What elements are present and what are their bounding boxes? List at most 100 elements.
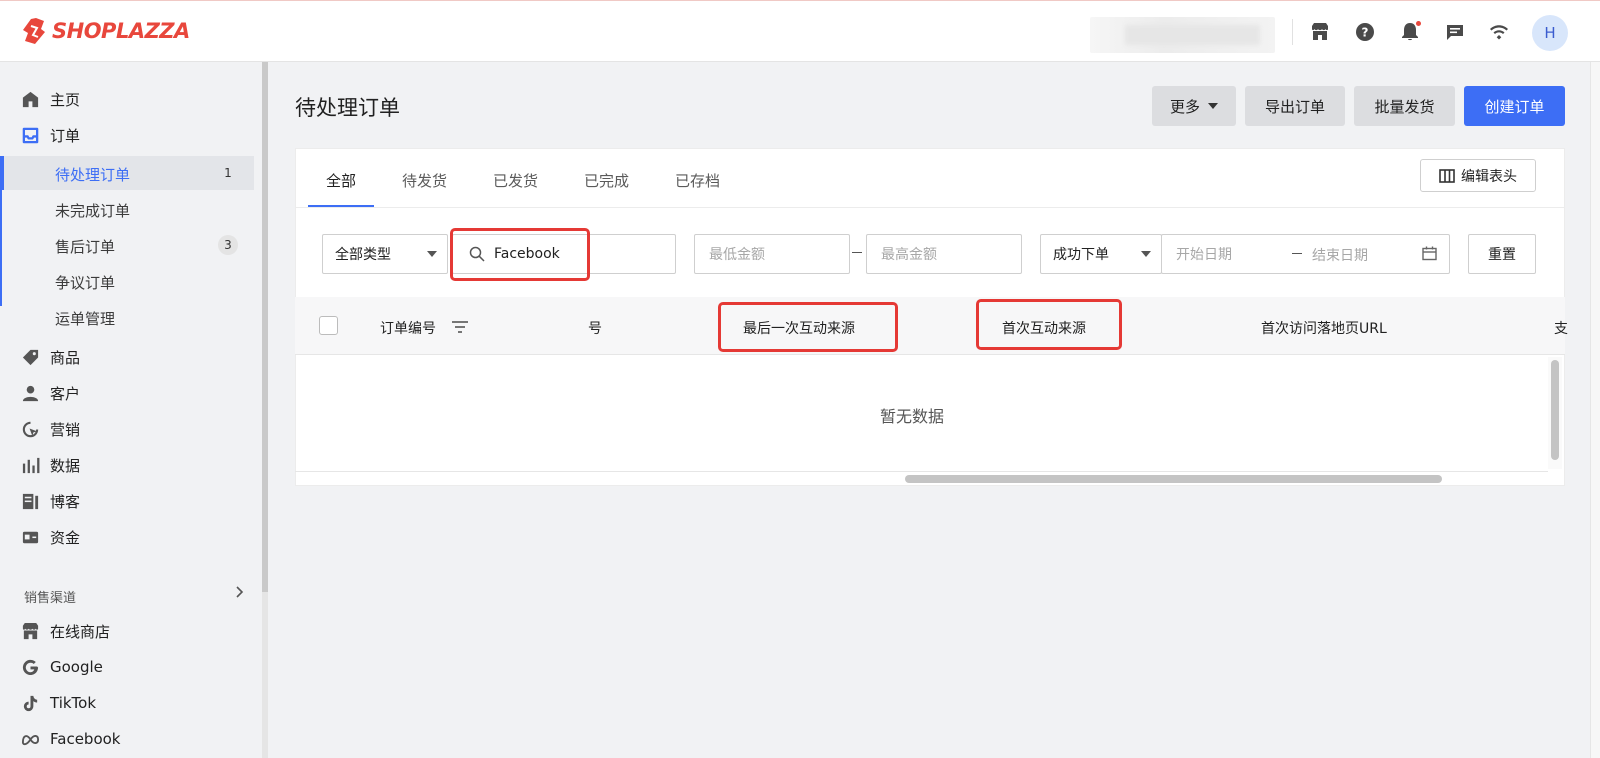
sidebar-item-label: 营销: [50, 420, 81, 439]
page-scrollbar[interactable]: [1590, 62, 1600, 758]
range-dash: [1292, 253, 1302, 254]
sidebar-subitem-shipment-management[interactable]: 运单管理: [0, 300, 254, 334]
max-amount-input[interactable]: 最高金额: [866, 234, 1022, 274]
sidebar-item-label: Google: [50, 658, 103, 676]
sidebar-item-label: 订单: [50, 126, 81, 145]
tab-shipped[interactable]: 已发货: [493, 170, 538, 191]
table-vertical-scrollbar[interactable]: [1551, 360, 1559, 460]
blog-icon: [20, 491, 40, 511]
store-switcher[interactable]: [1090, 17, 1275, 53]
sidebar-scrollbar[interactable]: [262, 62, 268, 592]
highlight-box: [450, 228, 590, 281]
sidebar-item-label: 在线商店: [50, 622, 111, 641]
sidebar-item-label: Facebook: [50, 730, 121, 748]
help-icon[interactable]: ?: [1354, 21, 1376, 43]
bar-chart-icon: [20, 455, 40, 475]
sidebar-item-blog[interactable]: 博客: [0, 484, 254, 518]
sidebar-item-finance[interactable]: 资金: [0, 520, 254, 554]
select-all-checkbox[interactable]: [319, 316, 338, 335]
sidebar-item-orders[interactable]: 订单: [0, 118, 254, 152]
tiktok-icon: [20, 693, 40, 713]
calendar-icon: [1422, 246, 1437, 261]
status-select[interactable]: 成功下单: [1040, 234, 1162, 274]
table-divider: [295, 471, 1548, 472]
tag-icon: [20, 347, 40, 367]
max-amount-placeholder: 最高金额: [881, 247, 937, 263]
wifi-icon[interactable]: [1488, 21, 1510, 43]
active-tab-indicator: [308, 205, 374, 207]
sidebar-item-label: 待处理订单: [55, 166, 131, 184]
store-icon[interactable]: [1309, 21, 1331, 43]
divider: [1292, 19, 1293, 45]
more-button-label: 更多: [1169, 98, 1200, 116]
meta-icon: [20, 729, 40, 749]
page-title: 待处理订单: [295, 96, 400, 120]
sidebar-subitem-aftersale-orders[interactable]: 售后订单 3: [0, 228, 254, 262]
count-badge: 1: [224, 166, 232, 180]
column-header-order-number[interactable]: 订单编号: [380, 318, 436, 338]
edit-columns-button[interactable]: 编辑表头: [1420, 159, 1536, 192]
tab-archived[interactable]: 已存档: [675, 170, 720, 191]
sidebar-item-facebook[interactable]: Facebook: [0, 722, 254, 756]
top-bar: SHOPLAZZA ? H: [0, 0, 1600, 62]
order-type-select[interactable]: 全部类型: [322, 234, 448, 274]
sidebar-item-label: TikTok: [50, 694, 97, 712]
column-header-truncated: 支: [1554, 321, 1568, 337]
chat-icon[interactable]: [1444, 21, 1466, 43]
sidebar-subitem-disputed-orders[interactable]: 争议订单: [0, 264, 254, 298]
sidebar-item-home[interactable]: 主页: [0, 82, 254, 116]
avatar-initial: H: [1544, 24, 1556, 42]
reset-button[interactable]: 重置: [1468, 234, 1536, 274]
min-amount-input[interactable]: 最低金额: [694, 234, 850, 274]
tab-completed[interactable]: 已完成: [584, 170, 629, 191]
person-icon: [20, 383, 40, 403]
reset-label: 重置: [1488, 247, 1516, 263]
sidebar-item-tiktok[interactable]: TikTok: [0, 686, 254, 720]
bell-icon[interactable]: [1399, 21, 1421, 43]
filter-icon[interactable]: [451, 320, 469, 334]
sidebar-item-label: 争议订单: [55, 274, 116, 292]
sidebar-item-label: 售后订单: [55, 238, 116, 256]
sidebar-item-label: 商品: [50, 348, 81, 367]
bulk-ship-button[interactable]: 批量发货: [1354, 86, 1455, 126]
caret-down-icon: [1208, 103, 1218, 109]
highlight-box: [718, 302, 898, 352]
tabs-divider: [295, 207, 1565, 208]
sidebar-item-label: 未完成订单: [55, 202, 131, 220]
table-horizontal-scrollbar[interactable]: [905, 475, 1442, 483]
sidebar-subitem-pending-orders[interactable]: 待处理订单 1: [0, 156, 254, 190]
tab-to-ship[interactable]: 待发货: [402, 170, 447, 191]
highlight-box: [976, 299, 1122, 350]
notification-dot: [1416, 21, 1421, 26]
sidebar-item-customers[interactable]: 客户: [0, 376, 254, 410]
sidebar-item-label: 客户: [50, 384, 81, 403]
sales-channels-heading: 销售渠道: [24, 591, 77, 606]
sidebar-item-label: 主页: [50, 90, 81, 109]
sidebar-item-label: 博客: [50, 492, 81, 511]
more-button[interactable]: 更多: [1152, 86, 1236, 126]
sidebar-item-label: 数据: [50, 456, 81, 475]
tab-all[interactable]: 全部: [326, 170, 356, 191]
caret-down-icon: [1141, 251, 1151, 257]
sidebar-item-marketing[interactable]: 营销: [0, 412, 254, 446]
status-value: 成功下单: [1053, 247, 1109, 263]
sidebar-item-google[interactable]: Google: [0, 650, 254, 684]
range-dash: [852, 252, 862, 253]
sidebar-item-products[interactable]: 商品: [0, 340, 254, 374]
date-range-picker[interactable]: 开始日期 结束日期: [1161, 234, 1450, 274]
chevron-right-icon[interactable]: [232, 585, 246, 599]
avatar[interactable]: H: [1532, 15, 1568, 51]
sidebar-subitem-incomplete-orders[interactable]: 未完成订单: [0, 192, 254, 226]
sidebar-item-label: 运单管理: [55, 310, 116, 328]
logo-text: SHOPLAZZA: [52, 19, 190, 43]
home-icon: [20, 89, 40, 109]
google-icon: [20, 657, 40, 677]
store-icon: [20, 621, 40, 641]
create-order-button[interactable]: 创建订单: [1464, 86, 1565, 126]
sidebar-item-analytics[interactable]: 数据: [0, 448, 254, 482]
order-type-value: 全部类型: [335, 247, 391, 263]
export-orders-button[interactable]: 导出订单: [1245, 86, 1345, 126]
sidebar-item-online-store[interactable]: 在线商店: [0, 614, 254, 648]
shoplazza-logo[interactable]: SHOPLAZZA: [22, 17, 190, 45]
sidebar-item-label: 资金: [50, 528, 81, 547]
